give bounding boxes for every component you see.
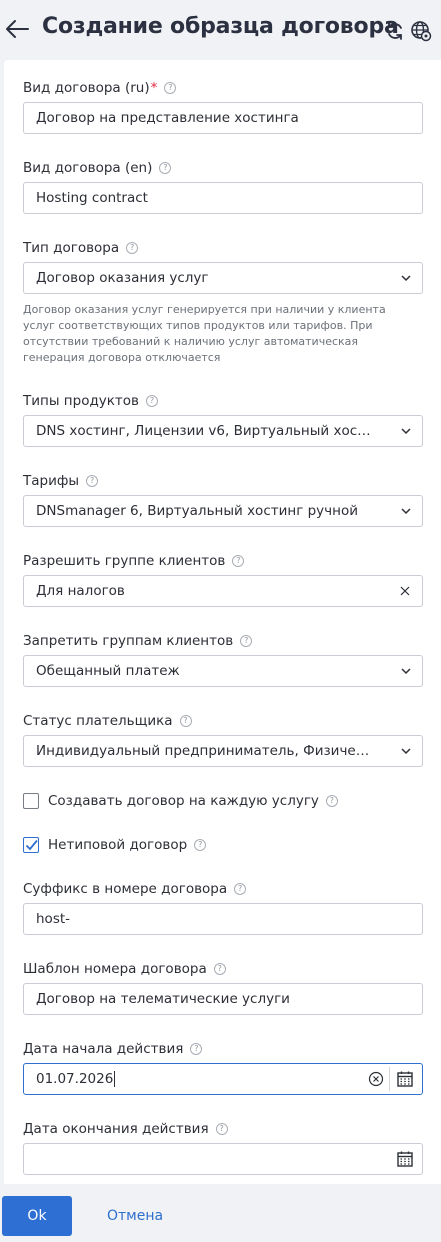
select-value: Для налогов [36,583,125,599]
select-value: DNS хостинг, Лицензии v6, Виртуальный хо… [36,423,376,439]
start-date-label: Дата начала действия ? [23,1041,203,1057]
page-header: Создание образца договора [0,0,441,60]
date-text: 01.07.2026 [36,1071,114,1087]
contract-kind-hint: Договор оказания услуг генерируется при … [23,303,386,364]
per-service-contract-label: Создавать договор на каждую услугу ? [48,793,338,809]
non-standard-contract-checkbox[interactable] [23,837,39,853]
label-text: Тип договора [23,240,120,256]
help-icon[interactable]: ? [179,715,192,727]
checkbox-text: Создавать договор на каждую услугу [48,793,319,809]
product-types-label: Типы продуктов ? [23,393,159,409]
deny-client-groups-select[interactable]: Обещанный платеж [23,655,423,687]
globe-settings-icon[interactable] [410,20,432,42]
help-icon[interactable]: ? [215,1123,228,1135]
checkmark-icon [25,839,38,851]
allow-client-group-select[interactable]: Для налогов [23,575,423,607]
help-icon[interactable]: ? [190,1043,203,1055]
contract-type-ru-label: Вид договора (ru) * ? [23,80,177,96]
payer-status-select[interactable]: Индивидуальный предприниматель, Физическ… [23,735,423,767]
calendar-icon[interactable] [396,1150,414,1168]
number-template-label: Шаблон номера договора ? [23,961,226,977]
end-date-input[interactable] [23,1143,423,1175]
help-icon[interactable]: ? [234,883,247,895]
number-template-input[interactable]: Договор на телематические услуги [23,983,423,1015]
number-suffix-input[interactable]: host- [23,903,423,935]
per-service-contract-checkbox[interactable] [23,793,39,809]
help-icon[interactable]: ? [240,635,253,647]
help-icon[interactable]: ? [159,162,172,174]
tariffs-select[interactable]: DNSmanager 6, Виртуальный хостинг ручной [23,495,423,527]
label-text: Разрешить группе клиентов [23,553,226,569]
label-text: Дата начала действия [23,1041,184,1057]
contract-kind-select[interactable]: Договор оказания услуг [23,262,423,294]
label-text: Статус плательщика [23,713,173,729]
chevron-down-icon [401,748,411,755]
allow-client-group-label: Разрешить группе клиентов ? [23,553,245,569]
select-value: DNSmanager 6, Виртуальный хостинг ручной [36,503,358,519]
select-value: Договор оказания услуг [36,270,209,286]
page-title: Создание образца договора [42,14,399,39]
help-icon[interactable]: ? [164,82,177,94]
input-value: Hosting contract [36,190,148,206]
chevron-down-icon [401,508,411,515]
input-value: host- [36,911,71,927]
label-text: Типы продуктов [23,393,140,409]
contract-kind-label: Тип договора ? [23,240,139,256]
refresh-icon[interactable] [384,20,406,42]
label-text: Запретить группам клиентов [23,633,234,649]
select-value: Обещанный платеж [36,663,180,679]
input-value: Договор на представление хостинга [36,110,299,126]
number-suffix-label: Суффикс в номере договора ? [23,881,247,897]
help-icon[interactable]: ? [194,839,207,851]
help-icon[interactable]: ? [146,395,159,407]
deny-client-groups-label: Запретить группам клиентов ? [23,633,253,649]
end-date-label: Дата окончания действия ? [23,1121,228,1137]
label-text: Шаблон номера договора [23,961,207,977]
required-mark: * [150,80,158,96]
divider [389,1067,390,1091]
label-text: Дата окончания действия [23,1121,209,1137]
label-text: Вид договора (en) [23,160,153,176]
label-text: Тарифы [23,473,80,489]
cancel-button[interactable]: Отмена [107,1196,163,1236]
chevron-down-icon [401,428,411,435]
help-icon[interactable]: ? [86,475,99,487]
help-icon[interactable]: ? [325,795,338,807]
non-standard-contract-label: Нетиповой договор ? [48,837,207,853]
contract-type-en-input[interactable]: Hosting contract [23,182,423,214]
chevron-down-icon [401,668,411,675]
contract-type-ru-input[interactable]: Договор на представление хостинга [23,102,423,134]
input-value: 01.07.2026 [36,1064,116,1094]
input-value: Договор на телематические услуги [36,991,290,1007]
tariffs-label: Тарифы ? [23,473,99,489]
label-text: Вид договора (ru) [23,80,150,96]
back-arrow-icon[interactable] [4,14,30,44]
checkbox-text: Нетиповой договор [48,837,188,853]
help-icon[interactable]: ? [232,555,245,567]
label-text: Суффикс в номере договора [23,881,228,897]
contract-type-en-label: Вид договора (en) ? [23,160,172,176]
payer-status-label: Статус плательщика ? [23,713,192,729]
select-value: Индивидуальный предприниматель, Физическ… [36,743,376,759]
form-panel [4,60,441,1184]
help-icon[interactable]: ? [126,242,139,254]
clear-circle-icon[interactable] [368,1071,384,1087]
ok-button[interactable]: Ok [2,1196,72,1236]
start-date-input[interactable]: 01.07.2026 [23,1063,423,1095]
help-icon[interactable]: ? [213,963,226,975]
form-footer: Ok Отмена [0,1184,441,1242]
chevron-down-icon [401,275,411,282]
clear-icon[interactable] [399,585,411,597]
calendar-icon[interactable] [396,1070,414,1088]
text-caret [114,1071,116,1087]
product-types-select[interactable]: DNS хостинг, Лицензии v6, Виртуальный хо… [23,415,423,447]
